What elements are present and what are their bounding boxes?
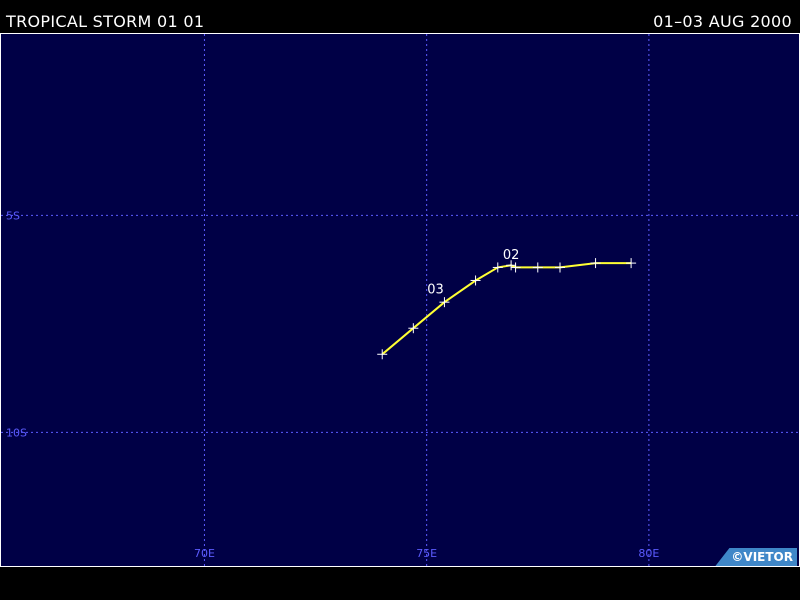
longitude-label: 80E [638, 547, 659, 560]
day-label: 02 [503, 248, 520, 263]
track-map: 70E75E80E85E5S10S 0203 [0, 33, 800, 567]
date-range: 01–03 AUG 2000 [653, 12, 792, 31]
credit-badge: ©VIETOR [715, 548, 797, 566]
map-frame [0, 33, 800, 567]
latitude-label: 10S [6, 426, 27, 439]
longitude-label: 75E [416, 547, 437, 560]
day-label: 03 [427, 282, 444, 297]
latitude-label: 5S [6, 209, 20, 222]
storm-title: TROPICAL STORM 01 01 [6, 12, 205, 31]
longitude-label: 70E [194, 547, 215, 560]
